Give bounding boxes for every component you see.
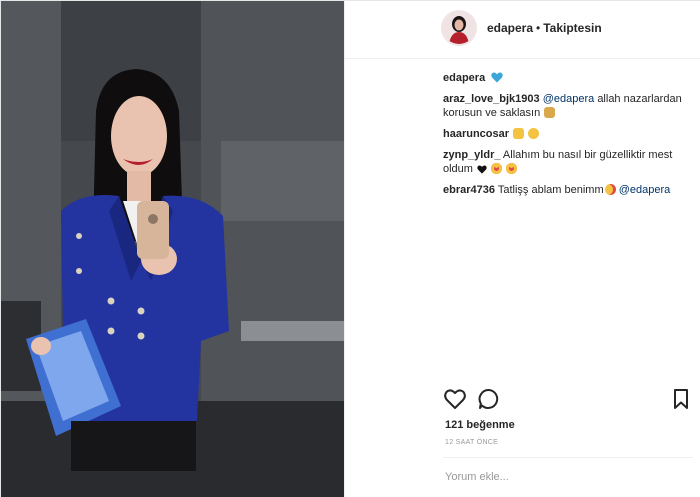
comment-username[interactable]: zynp_yldr_ [443, 149, 500, 161]
speech-bubble-icon[interactable] [477, 387, 501, 411]
comment-username[interactable]: araz_love_bjk1903 [443, 93, 540, 105]
selfie-photo [1, 1, 344, 497]
likes-count[interactable]: 121 beğenme [445, 419, 515, 431]
post-timestamp[interactable]: 12 SAAT ÖNCE [445, 439, 498, 446]
comment-divider [443, 457, 693, 458]
comment-item: araz_love_bjk1903 @edapera allah nazarla… [443, 92, 693, 120]
add-comment-input[interactable] [445, 471, 685, 483]
comment-item: zynp_yldr_ Allahım bu nasıl bir güzellik… [443, 148, 693, 176]
caption: edapera [443, 71, 693, 85]
post-details-panel: edapera • Takiptesin edapera araz_love_bjk… [344, 1, 700, 497]
post-photo[interactable] [1, 1, 344, 497]
author-avatar[interactable] [441, 10, 477, 46]
person-bowing-icon [544, 107, 556, 118]
comment-item: ebrar4736 Tatlişş ablam benimm @edapera [443, 183, 693, 197]
header-separator: • [536, 21, 541, 35]
caption-username[interactable]: edapera [443, 72, 485, 84]
header-text: edapera • Takiptesin [487, 21, 602, 35]
thumbs-up-icon [513, 128, 525, 139]
comment-username[interactable]: haaruncosar [443, 128, 509, 140]
action-bar [443, 387, 693, 413]
comment-mention[interactable]: @edapera [543, 93, 595, 105]
author-username[interactable]: edapera [487, 21, 533, 35]
follow-status-button[interactable]: Takiptesin [543, 21, 601, 35]
comment-mention[interactable]: @edapera [619, 184, 671, 196]
comment-item: haaruncosar [443, 127, 693, 141]
grinning-face-icon [528, 128, 540, 139]
post-header: edapera • Takiptesin [345, 1, 700, 59]
comment-username[interactable]: ebrar4736 [443, 184, 495, 196]
heart-eyes-icon [506, 163, 518, 174]
black-heart-icon [477, 165, 487, 174]
instagram-post: edapera • Takiptesin edapera araz_love_bjk… [0, 0, 700, 497]
comments-list: edapera araz_love_bjk1903 @edapera allah… [443, 71, 693, 204]
comment-text: Tatlişş ablam benimm [497, 184, 604, 196]
heart-outline-icon[interactable] [443, 387, 467, 411]
heart-eyes-icon [491, 163, 503, 174]
avatar-image [443, 12, 475, 44]
face-blowing-kiss-icon [604, 184, 616, 195]
blue-heart-icon [491, 72, 503, 83]
bookmark-icon[interactable] [669, 387, 693, 411]
